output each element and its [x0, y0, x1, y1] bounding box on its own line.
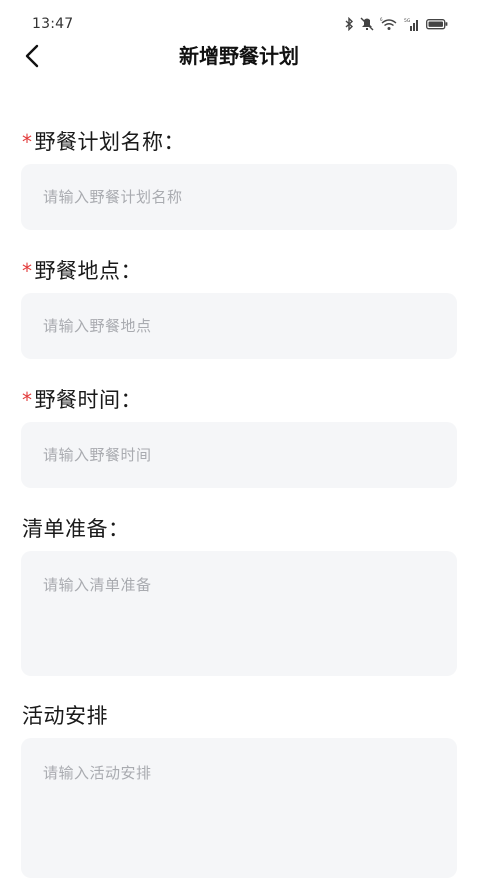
field-label-location: *野餐地点： — [22, 255, 142, 285]
required-mark: * — [22, 388, 33, 412]
signal-icon: 5G — [404, 18, 418, 31]
required-mark: * — [22, 130, 33, 154]
battery-icon — [426, 19, 448, 30]
status-icons: 6 5G — [345, 16, 448, 32]
time-input[interactable]: 请输入野餐时间 — [21, 422, 457, 488]
field-label-text: 野餐地点： — [34, 259, 142, 283]
schedule-placeholder: 请输入活动安排 — [43, 764, 152, 782]
field-label-text: 活动安排 — [22, 704, 108, 728]
field-label-time: *野餐时间： — [22, 384, 142, 414]
field-label-text: 野餐时间： — [34, 388, 142, 412]
status-time: 13:47 — [32, 16, 74, 32]
schedule-textarea[interactable]: 请输入活动安排 — [21, 738, 457, 878]
checklist-placeholder: 请输入清单准备 — [43, 576, 152, 594]
svg-text:5G: 5G — [404, 18, 411, 24]
required-mark: * — [22, 259, 33, 283]
wifi-icon: 6 — [380, 17, 397, 30]
location-placeholder: 请输入野餐地点 — [43, 317, 152, 335]
field-label-plan-name: *野餐计划名称： — [22, 126, 185, 156]
field-label-schedule: 活动安排 — [22, 700, 108, 730]
field-label-checklist: 清单准备： — [22, 513, 130, 543]
field-label-text: 清单准备： — [22, 517, 130, 541]
mute-icon — [360, 17, 374, 31]
bluetooth-icon — [345, 17, 354, 31]
nav-bar: 新增野餐计划 — [0, 34, 478, 80]
plan-name-placeholder: 请输入野餐计划名称 — [43, 188, 183, 206]
location-input[interactable]: 请输入野餐地点 — [21, 293, 457, 359]
field-label-text: 野餐计划名称： — [34, 130, 185, 154]
plan-name-input[interactable]: 请输入野餐计划名称 — [21, 164, 457, 230]
svg-text:6: 6 — [380, 17, 383, 22]
checklist-textarea[interactable]: 请输入清单准备 — [21, 551, 457, 676]
page-title: 新增野餐计划 — [179, 44, 299, 68]
time-placeholder: 请输入野餐时间 — [43, 446, 152, 464]
